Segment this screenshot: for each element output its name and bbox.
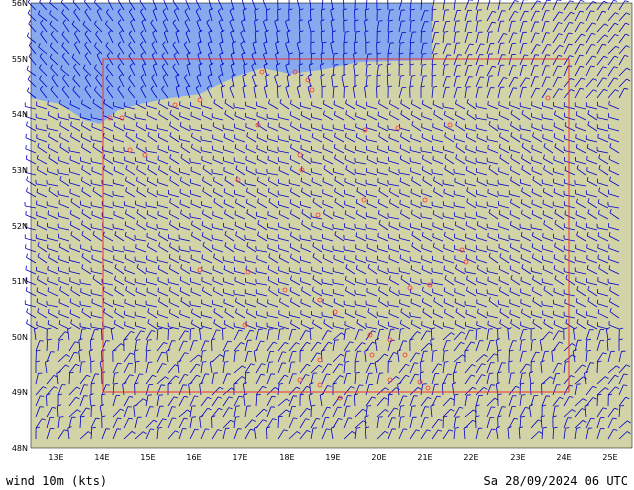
- lon-label: 17E: [232, 453, 247, 462]
- lon-label: 14E: [94, 453, 109, 462]
- lat-label: 51N: [12, 277, 28, 286]
- lat-label: 49N: [12, 388, 28, 397]
- lat-label: 55N: [12, 55, 28, 64]
- valid-time: Sa 28/09/2024 06 UTC: [483, 474, 629, 488]
- latitude-labels: 56N 55N 54N 53N 52N 51N 50N 49N 48N: [12, 0, 28, 453]
- lon-label: 15E: [140, 453, 155, 462]
- lon-label: 13E: [48, 453, 63, 462]
- field-label: wind 10m (kts): [6, 474, 108, 488]
- lon-label: 18E: [279, 453, 294, 462]
- lat-label: 53N: [12, 166, 28, 175]
- lon-label: 21E: [417, 453, 432, 462]
- lon-label: 20E: [371, 453, 386, 462]
- lon-label: 23E: [510, 453, 525, 462]
- lat-label: 56N: [12, 0, 28, 8]
- lat-label: 50N: [12, 333, 28, 342]
- lat-label: 54N: [12, 110, 28, 119]
- lat-label: 48N: [12, 444, 28, 453]
- wind-map: 56N 55N 54N 53N 52N 51N 50N 49N 48N 13E 14E 15E 16E…: [0, 0, 634, 490]
- lon-label: 22E: [463, 453, 478, 462]
- lon-label: 25E: [602, 453, 617, 462]
- lon-label: 16E: [186, 453, 201, 462]
- lon-label: 24E: [556, 453, 571, 462]
- longitude-labels: 13E 14E 15E 16E 17E 18E 19E 20E 21E 22E 23E 24E 25E: [48, 453, 617, 462]
- lat-label: 52N: [12, 222, 28, 231]
- lon-label: 19E: [325, 453, 340, 462]
